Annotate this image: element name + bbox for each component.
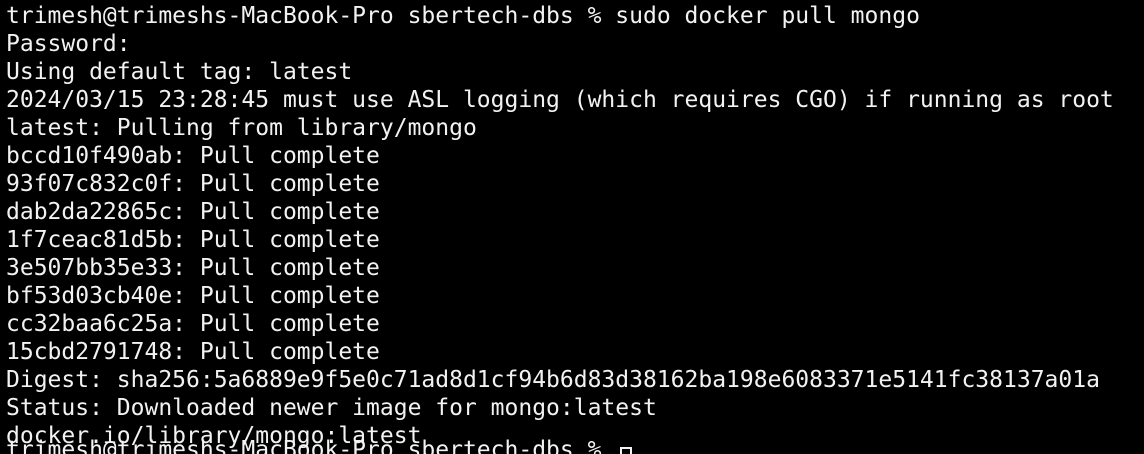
terminal-next-prompt: trimesh@trimeshs-MacBook-Pro sbertech-db… [6, 437, 616, 454]
terminal-line-layer: dab2da22865c: Pull complete [6, 199, 380, 225]
terminal-line-layer: 93f07c832c0f: Pull complete [6, 171, 380, 197]
terminal-line-digest: Digest: sha256:5a6889e9f5e0c71ad8d1cf94b… [6, 367, 1100, 393]
terminal-line-layer: bccd10f490ab: Pull complete [6, 143, 380, 169]
terminal-line-layer: cc32baa6c25a: Pull complete [6, 311, 380, 337]
terminal-line-password: Password: [6, 31, 131, 57]
terminal-cursor [620, 447, 632, 454]
terminal-line-layer: 15cbd2791748: Pull complete [6, 339, 380, 365]
terminal-line: Using default tag: latest [6, 59, 353, 85]
terminal-line-command: trimesh@trimeshs-MacBook-Pro sbertech-db… [6, 3, 920, 29]
terminal-line-layer: 1f7ceac81d5b: Pull complete [6, 227, 380, 253]
terminal-line-layer: bf53d03cb40e: Pull complete [6, 283, 380, 309]
terminal-window[interactable]: trimesh@trimeshs-MacBook-Pro sbertech-db… [0, 0, 1144, 454]
terminal-line-status: Status: Downloaded newer image for mongo… [6, 395, 657, 421]
terminal-line: latest: Pulling from library/mongo [6, 115, 477, 141]
terminal-line: 2024/03/15 23:28:45 must use ASL logging… [6, 87, 1114, 113]
terminal-line-layer: 3e507bb35e33: Pull complete [6, 255, 380, 281]
